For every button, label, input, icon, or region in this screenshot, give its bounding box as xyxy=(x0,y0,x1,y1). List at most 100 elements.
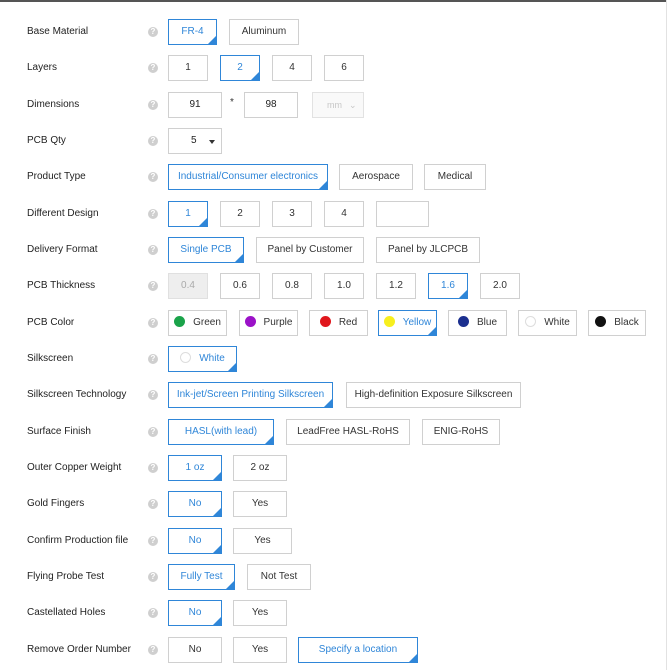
qty-select[interactable]: 5 xyxy=(168,128,222,154)
option-aerospace[interactable]: Aerospace xyxy=(339,164,413,190)
option-remove-order-yes[interactable]: Yes xyxy=(233,637,287,663)
color-name: Red xyxy=(338,317,358,328)
option-enig-rohs[interactable]: ENIG-RoHS xyxy=(422,419,500,445)
option-castellated-no[interactable]: No xyxy=(168,600,222,626)
option-design-4[interactable]: 4 xyxy=(324,201,364,227)
option-high-definition-exposure[interactable]: High-definition Exposure Silkscreen xyxy=(346,382,521,408)
row-confirm-production-file: Confirm Production file ? No Yes xyxy=(0,528,667,554)
custom-design-input[interactable] xyxy=(376,201,429,227)
option-layers-4[interactable]: 4 xyxy=(272,55,312,81)
option-design-2[interactable]: 2 xyxy=(220,201,260,227)
option-color-blue[interactable]: Blue xyxy=(448,310,507,336)
option-thickness-0-8[interactable]: 0.8 xyxy=(272,273,312,299)
option-thickness-0-6[interactable]: 0.6 xyxy=(220,273,260,299)
option-layers-2[interactable]: 2 xyxy=(220,55,260,81)
option-not-test[interactable]: Not Test xyxy=(247,564,311,590)
help-icon[interactable]: ? xyxy=(148,245,158,255)
option-color-green[interactable]: Green xyxy=(168,310,227,336)
top-border xyxy=(0,0,667,2)
color-name: Black xyxy=(614,317,639,328)
option-aluminum[interactable]: Aluminum xyxy=(229,19,299,45)
help-icon[interactable]: ? xyxy=(148,572,158,582)
row-flying-probe-test: Flying Probe Test ? Fully Test Not Test xyxy=(0,564,667,590)
option-inkjet-screen-printing[interactable]: Ink-jet/Screen Printing Silkscreen xyxy=(168,382,333,408)
option-hasl-with-lead[interactable]: HASL(with lead) xyxy=(168,419,274,445)
unit-select[interactable]: mm ⌄ xyxy=(312,92,364,118)
field-label: PCB Color xyxy=(27,317,75,328)
blue-swatch-icon xyxy=(457,316,469,327)
option-fully-test[interactable]: Fully Test xyxy=(168,564,235,590)
row-dimensions: Dimensions ? 91 * 98 mm ⌄ xyxy=(0,92,667,118)
help-icon[interactable]: ? xyxy=(148,136,158,146)
option-1-oz[interactable]: 1 oz xyxy=(168,455,222,481)
option-thickness-1-0[interactable]: 1.0 xyxy=(324,273,364,299)
option-thickness-1-6[interactable]: 1.6 xyxy=(428,273,468,299)
white-swatch-icon xyxy=(525,316,537,327)
option-confirm-yes[interactable]: Yes xyxy=(233,528,292,554)
option-panel-by-jlcpcb[interactable]: Panel by JLCPCB xyxy=(376,237,480,263)
help-icon[interactable]: ? xyxy=(148,645,158,655)
help-icon[interactable]: ? xyxy=(148,318,158,328)
row-pcb-color: PCB Color ? Green Purple Red Yellow Blue… xyxy=(0,310,667,336)
help-icon[interactable]: ? xyxy=(148,27,158,37)
help-icon[interactable]: ? xyxy=(148,281,158,291)
option-color-yellow[interactable]: Yellow xyxy=(378,310,437,336)
purple-swatch-icon xyxy=(244,316,256,327)
option-medical[interactable]: Medical xyxy=(424,164,486,190)
color-name: Green xyxy=(193,317,221,328)
option-panel-by-customer[interactable]: Panel by Customer xyxy=(256,237,364,263)
option-silkscreen-white[interactable]: White xyxy=(168,346,237,372)
field-label: Delivery Format xyxy=(27,244,98,255)
option-thickness-2-0[interactable]: 2.0 xyxy=(480,273,520,299)
option-layers-1[interactable]: 1 xyxy=(168,55,208,81)
option-castellated-yes[interactable]: Yes xyxy=(233,600,287,626)
option-color-black[interactable]: Black xyxy=(588,310,646,336)
option-confirm-no[interactable]: No xyxy=(168,528,222,554)
help-icon[interactable]: ? xyxy=(148,608,158,618)
height-input[interactable]: 98 xyxy=(244,92,298,118)
field-label: Confirm Production file xyxy=(27,535,129,546)
option-specify-location[interactable]: Specify a location xyxy=(298,637,418,663)
row-base-material: Base Material ? FR-4 Aluminum xyxy=(0,19,667,45)
option-design-3[interactable]: 3 xyxy=(272,201,312,227)
black-swatch-icon xyxy=(595,316,607,327)
color-name: Yellow xyxy=(402,317,432,328)
option-2-oz[interactable]: 2 oz xyxy=(233,455,287,481)
red-swatch-icon xyxy=(319,316,331,327)
field-label: Remove Order Number xyxy=(27,644,131,655)
option-color-red[interactable]: Red xyxy=(309,310,368,336)
option-single-pcb[interactable]: Single PCB xyxy=(168,237,244,263)
option-fr4[interactable]: FR-4 xyxy=(168,19,217,45)
yellow-swatch-icon xyxy=(383,316,395,327)
row-outer-copper-weight: Outer Copper Weight ? 1 oz 2 oz xyxy=(0,455,667,481)
help-icon[interactable]: ? xyxy=(148,463,158,473)
field-label: PCB Thickness xyxy=(27,280,96,291)
help-icon[interactable]: ? xyxy=(148,390,158,400)
option-gold-fingers-no[interactable]: No xyxy=(168,491,222,517)
help-icon[interactable]: ? xyxy=(148,499,158,509)
option-remove-order-no[interactable]: No xyxy=(168,637,222,663)
option-design-1[interactable]: 1 xyxy=(168,201,208,227)
help-icon[interactable]: ? xyxy=(148,172,158,182)
option-color-purple[interactable]: Purple xyxy=(239,310,298,336)
help-icon[interactable]: ? xyxy=(148,536,158,546)
help-icon[interactable]: ? xyxy=(148,100,158,110)
help-icon[interactable]: ? xyxy=(148,63,158,73)
width-input[interactable]: 91 xyxy=(168,92,222,118)
qty-value: 5 xyxy=(191,135,197,146)
option-thickness-1-2[interactable]: 1.2 xyxy=(376,273,416,299)
color-name: Blue xyxy=(476,317,497,328)
option-color-white[interactable]: White xyxy=(518,310,577,336)
row-gold-fingers: Gold Fingers ? No Yes xyxy=(0,491,667,517)
option-thickness-0-4: 0.4 xyxy=(168,273,208,299)
row-different-design: Different Design ? 1 2 3 4 xyxy=(0,201,667,227)
help-icon[interactable]: ? xyxy=(148,427,158,437)
help-icon[interactable]: ? xyxy=(148,209,158,219)
option-industrial-consumer[interactable]: Industrial/Consumer electronics xyxy=(168,164,328,190)
help-icon[interactable]: ? xyxy=(148,354,158,364)
option-layers-6[interactable]: 6 xyxy=(324,55,364,81)
field-label: Outer Copper Weight xyxy=(27,462,122,473)
option-gold-fingers-yes[interactable]: Yes xyxy=(233,491,287,517)
white-swatch-icon xyxy=(180,352,192,363)
option-leadfree-hasl-rohs[interactable]: LeadFree HASL-RoHS xyxy=(286,419,410,445)
